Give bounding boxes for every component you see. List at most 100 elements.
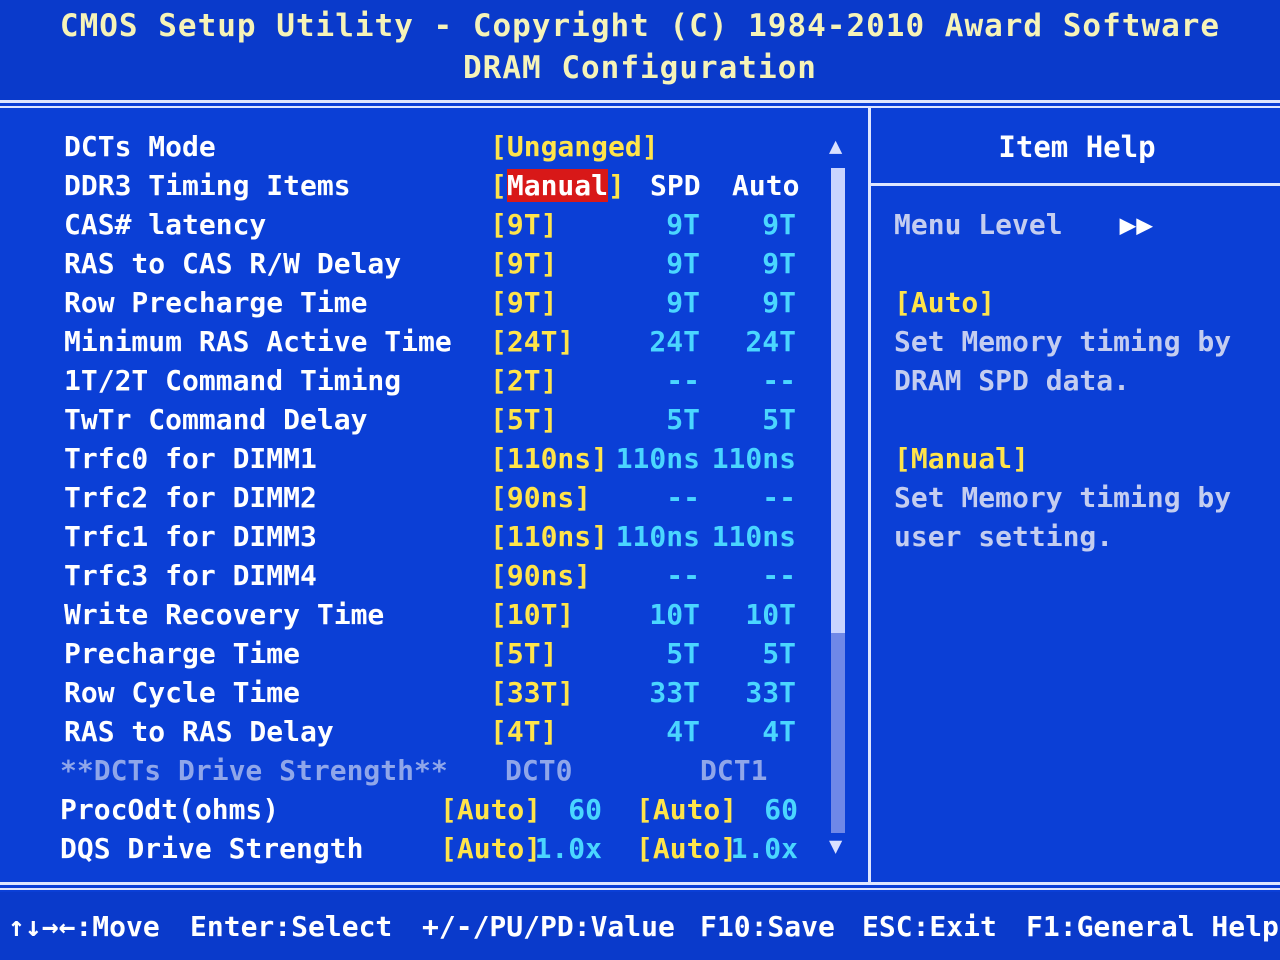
help-manual-key: [Manual] bbox=[894, 442, 1029, 475]
setting-row[interactable]: Write Recovery Time [10T] 10T 10T bbox=[0, 598, 868, 636]
setting-row[interactable]: Trfc1 for DIMM3 [110ns] 110ns 110ns bbox=[0, 520, 868, 558]
setting-label: CAS# latency bbox=[64, 208, 267, 241]
drive-strength-row[interactable]: ProcOdt(ohms) [Auto] 60 [Auto] 60 bbox=[0, 793, 868, 831]
auto-default: 9T bbox=[762, 247, 796, 280]
setting-value[interactable]: [4T] bbox=[490, 715, 557, 748]
setting-value[interactable]: [110ns] bbox=[490, 442, 608, 475]
setting-value[interactable]: [90ns] bbox=[490, 481, 591, 514]
auto-default: -- bbox=[762, 559, 796, 592]
setting-value[interactable]: [33T] bbox=[490, 676, 574, 709]
auto-default: 10T bbox=[745, 598, 796, 631]
setting-value[interactable]: [9T] bbox=[490, 247, 557, 280]
help-auto-key: [Auto] bbox=[894, 286, 996, 319]
setting-value[interactable]: [10T] bbox=[490, 598, 574, 631]
setting-row[interactable]: CAS# latency [9T] 9T 9T bbox=[0, 208, 868, 246]
setting-label: RAS to RAS Delay bbox=[64, 715, 334, 748]
spd-default: 110ns bbox=[615, 520, 700, 553]
setting-row[interactable]: DDR3 Timing Items [Manual] SPD Auto bbox=[0, 169, 868, 207]
scroll-up-icon[interactable]: ▲ bbox=[829, 134, 842, 159]
key-save: F10:Save bbox=[700, 910, 835, 943]
auto-default: 4T bbox=[762, 715, 796, 748]
spd-column-header: SPD bbox=[650, 169, 701, 202]
setting-row[interactable]: Minimum RAS Active Time [24T] 24T 24T bbox=[0, 325, 868, 363]
auto-default: 9T bbox=[762, 208, 796, 241]
panel-divider bbox=[868, 108, 871, 884]
key-value: +/-/PU/PD:Value bbox=[422, 910, 675, 943]
auto-default: -- bbox=[762, 481, 796, 514]
setting-row[interactable]: Trfc2 for DIMM2 [90ns] -- -- bbox=[0, 481, 868, 519]
auto-default: 9T bbox=[762, 286, 796, 319]
spd-default: 10T bbox=[649, 598, 700, 631]
scroll-down-icon[interactable]: ▼ bbox=[829, 834, 842, 859]
spd-default: 9T bbox=[666, 286, 700, 319]
dct0-value[interactable]: [Auto] bbox=[440, 832, 541, 865]
key-general-help: F1:General Help bbox=[1026, 910, 1279, 943]
spd-default: -- bbox=[666, 559, 700, 592]
setting-value[interactable]: [90ns] bbox=[490, 559, 591, 592]
auto-column-header: Auto bbox=[732, 169, 800, 202]
spd-default: 24T bbox=[649, 325, 700, 358]
setting-value[interactable]: [2T] bbox=[490, 364, 557, 397]
spd-default: -- bbox=[666, 481, 700, 514]
value-bracket-open: [ bbox=[490, 169, 507, 202]
setting-row[interactable]: RAS to RAS Delay [4T] 4T 4T bbox=[0, 715, 868, 753]
dct1-header: DCT1 bbox=[700, 754, 768, 787]
dct0-value[interactable]: [Auto] bbox=[440, 793, 541, 826]
setting-row[interactable]: Precharge Time [5T] 5T 5T bbox=[0, 637, 868, 675]
setting-label: 1T/2T Command Timing bbox=[64, 364, 402, 397]
scrollbar-thumb[interactable] bbox=[831, 168, 845, 633]
setting-row[interactable]: RAS to CAS R/W Delay [9T] 9T 9T bbox=[0, 247, 868, 285]
spd-default: 9T bbox=[666, 208, 700, 241]
setting-label: Row Precharge Time bbox=[64, 286, 368, 319]
setting-label: Trfc2 for DIMM2 bbox=[64, 481, 317, 514]
dct0-header: DCT0 bbox=[505, 754, 573, 787]
setting-value[interactable]: [5T] bbox=[490, 637, 557, 670]
setting-row[interactable]: Row Precharge Time [9T] 9T 9T bbox=[0, 286, 868, 324]
spd-default: 110ns bbox=[615, 442, 700, 475]
top-border bbox=[0, 100, 1280, 103]
help-auto-line1: Set Memory timing by bbox=[894, 325, 1232, 358]
title-bar: CMOS Setup Utility - Copyright (C) 1984-… bbox=[0, 0, 1280, 100]
setting-value[interactable]: [110ns] bbox=[490, 520, 608, 553]
spd-default: 5T bbox=[666, 637, 700, 670]
value-bracket-close: ] bbox=[608, 169, 625, 202]
settings-panel: DCTs Mode [Unganged] DDR3 Timing Items [Man… bbox=[0, 108, 868, 880]
key-select: Enter:Select bbox=[190, 910, 393, 943]
auto-default: 24T bbox=[745, 325, 796, 358]
setting-label: Trfc3 for DIMM4 bbox=[64, 559, 317, 592]
value-highlighted[interactable]: Manual bbox=[506, 169, 609, 202]
setting-value[interactable]: [Manual] bbox=[490, 169, 625, 202]
key-legend-bar: ↑↓→←:Move Enter:Select +/-/PU/PD:Value F… bbox=[0, 892, 1280, 960]
setting-label: Trfc0 for DIMM1 bbox=[64, 442, 317, 475]
setting-row[interactable]: 1T/2T Command Timing [2T] -- -- bbox=[0, 364, 868, 402]
dct1-value[interactable]: [Auto] bbox=[636, 832, 737, 865]
setting-label: Precharge Time bbox=[64, 637, 301, 670]
setting-row[interactable]: Trfc3 for DIMM4 [90ns] -- -- bbox=[0, 559, 868, 597]
setting-label: Minimum RAS Active Time bbox=[64, 325, 452, 358]
bottom-border bbox=[0, 882, 1280, 885]
dct1-value[interactable]: [Auto] bbox=[636, 793, 737, 826]
setting-label: RAS to CAS R/W Delay bbox=[64, 247, 402, 280]
help-manual-line1: Set Memory timing by bbox=[894, 481, 1232, 514]
spd-default: -- bbox=[666, 364, 700, 397]
help-manual-line2: user setting. bbox=[894, 520, 1114, 553]
auto-default: 110ns bbox=[711, 442, 796, 475]
setting-row[interactable]: Row Cycle Time [33T] 33T 33T bbox=[0, 676, 868, 714]
menu-level-label: Menu Level bbox=[894, 208, 1063, 241]
drive-strength-label: ProcOdt(ohms) bbox=[60, 793, 280, 826]
item-help-panel: Item Help Menu Level ▶▶ [Auto] Set Memor… bbox=[874, 108, 1280, 880]
setting-row[interactable]: TwTr Command Delay [5T] 5T 5T bbox=[0, 403, 868, 441]
auto-default: 5T bbox=[762, 403, 796, 436]
setting-value[interactable]: [9T] bbox=[490, 208, 557, 241]
setting-value[interactable]: [5T] bbox=[490, 403, 557, 436]
setting-value[interactable]: [9T] bbox=[490, 286, 557, 319]
setting-value[interactable]: [Unganged] bbox=[490, 130, 659, 163]
drive-strength-row[interactable]: DQS Drive Strength [Auto] 1.0x [Auto] 1.0x bbox=[0, 832, 868, 870]
setting-label: Trfc1 for DIMM3 bbox=[64, 520, 317, 553]
setting-label: DCTs Mode bbox=[64, 130, 216, 163]
setting-row[interactable]: DCTs Mode [Unganged] bbox=[0, 130, 868, 168]
setting-value[interactable]: [24T] bbox=[490, 325, 574, 358]
key-exit: ESC:Exit bbox=[862, 910, 997, 943]
setting-label: TwTr Command Delay bbox=[64, 403, 368, 436]
setting-row[interactable]: Trfc0 for DIMM1 [110ns] 110ns 110ns bbox=[0, 442, 868, 480]
